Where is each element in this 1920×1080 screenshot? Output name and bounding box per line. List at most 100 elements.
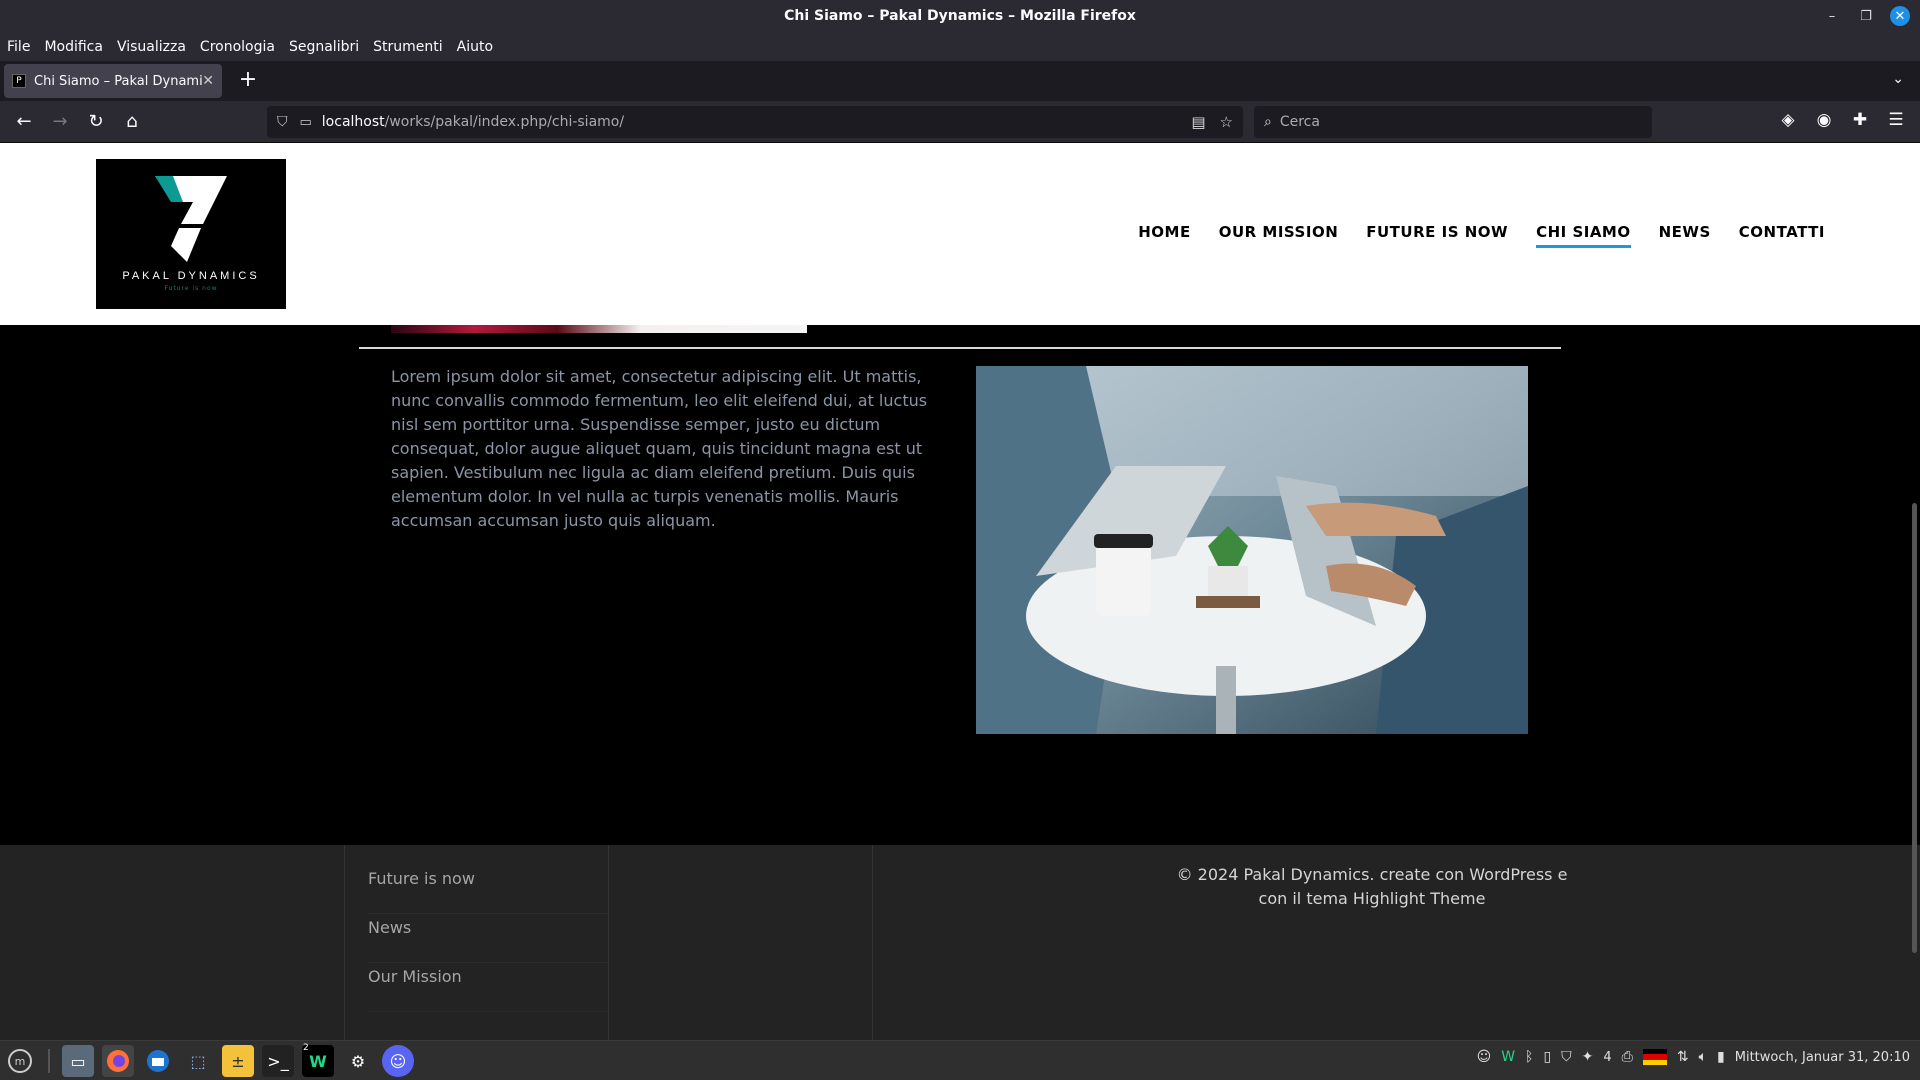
firefox-icon[interactable]	[102, 1045, 134, 1077]
logo-mark-icon	[151, 176, 231, 262]
nav-chi-siamo[interactable]: CHI SIAMO	[1536, 223, 1631, 248]
clipboard-icon[interactable]: ▯	[1543, 1049, 1551, 1065]
window-title: Chi Siamo – Pakal Dynamics – Mozilla Fir…	[784, 8, 1136, 24]
bookmark-star-icon[interactable]: ☆	[1220, 113, 1233, 131]
battery-icon[interactable]: ▮	[1717, 1049, 1725, 1065]
url-actions: ▤ ☆	[1191, 113, 1233, 131]
copyright-line-1: © 2024 Pakal Dynamics. create con WordPr…	[1176, 865, 1568, 884]
taskbar: m ▭ ⬚ ± >_ 2 W ⚙ ☺ ☺ W ᛒ ▯ ⛉ ✦ 4 ⎙ ⇅ 🔈︎ …	[0, 1040, 1920, 1080]
section-divider	[359, 347, 1561, 349]
keyboard-layout-de-icon[interactable]	[1642, 1049, 1667, 1065]
shield-icon[interactable]: ⛉	[1561, 1049, 1572, 1065]
nav-future-is-now[interactable]: FUTURE IS NOW	[1366, 223, 1508, 248]
page-info-icon[interactable]: ▭	[300, 115, 312, 130]
reader-view-icon[interactable]: ▤	[1191, 113, 1205, 131]
tab-strip: P Chi Siamo – Pakal Dynamics ✕ + ⌄	[0, 61, 1920, 101]
minimize-icon[interactable]: –	[1822, 6, 1842, 26]
menu-cronologia[interactable]: Cronologia	[200, 37, 275, 57]
printer-icon[interactable]: ⎙	[1622, 1049, 1633, 1065]
system-tray: ☺ W ᛒ ▯ ⛉ ✦ 4 ⎙ ⇅ 🔈︎ ▮ Mittwoch, Januar …	[1477, 1049, 1910, 1065]
footer-copyright: © 2024 Pakal Dynamics. create con WordPr…	[1172, 863, 1572, 911]
webstorm-icon[interactable]: 2 W	[302, 1043, 334, 1077]
navigation-toolbar: ← → ↻ ⌂ ⛉ ▭ localhost/works/pakal/index.…	[0, 101, 1920, 143]
taskbar-apps: m ▭ ⬚ ± >_ 2 W ⚙ ☺	[4, 1043, 414, 1077]
nav-our-mission[interactable]: OUR MISSION	[1219, 223, 1339, 248]
webstorm-tray-icon[interactable]: W	[1501, 1049, 1515, 1065]
scrollbar-thumb[interactable]	[1912, 503, 1917, 953]
back-button[interactable]: ←	[12, 110, 36, 134]
page-viewport: PAKAL DYNAMICS Future is now HOME OUR MI…	[0, 143, 1920, 1040]
discord-tray-icon[interactable]: ☺	[1477, 1049, 1492, 1065]
search-icon: ⌕	[1264, 114, 1272, 130]
reload-button[interactable]: ↻	[84, 110, 108, 134]
footer-link-news[interactable]: News	[368, 914, 608, 963]
discord-icon[interactable]: ☺	[382, 1045, 414, 1077]
svg-text:m: m	[15, 1055, 26, 1068]
thunderbird-icon[interactable]	[142, 1045, 174, 1077]
footer-column-divider	[872, 845, 873, 1040]
logo-brand-text: PAKAL DYNAMICS	[122, 270, 260, 282]
extensions-icon[interactable]: ✚	[1850, 110, 1870, 130]
menu-strumenti[interactable]: Strumenti	[373, 37, 443, 57]
tab-close-icon[interactable]: ✕	[202, 73, 214, 89]
about-paragraph: Lorem ipsum dolor sit amet, consectetur …	[391, 367, 928, 530]
settings-icon[interactable]: ⚙	[342, 1045, 374, 1077]
menu-visualizza[interactable]: Visualizza	[117, 37, 186, 57]
home-button[interactable]: ⌂	[120, 110, 144, 134]
site-header: PAKAL DYNAMICS Future is now HOME OUR MI…	[0, 143, 1920, 325]
restore-icon[interactable]: ❐	[1856, 6, 1876, 26]
start-menu-icon[interactable]: m	[4, 1045, 36, 1077]
footer-column-divider	[344, 845, 345, 1040]
window-controls: – ❐ ✕	[1822, 6, 1910, 26]
network-icon[interactable]: ⇅	[1677, 1049, 1689, 1065]
webstorm-badge: 2	[303, 1043, 309, 1053]
menu-aiuto[interactable]: Aiuto	[457, 37, 493, 57]
url-path: /works/pakal/index.php/chi-siamo/	[384, 114, 625, 130]
logo-tagline: Future is now	[164, 285, 218, 292]
new-tab-button[interactable]: +	[236, 69, 260, 93]
toolbar-right: ◈ ◉ ✚ ☰	[1778, 110, 1906, 130]
account-icon[interactable]: ◉	[1814, 110, 1834, 130]
notifications-icon[interactable]: ✦	[1582, 1049, 1594, 1065]
file-manager-icon[interactable]: ▭	[62, 1045, 94, 1077]
calculator-icon[interactable]: ±	[222, 1045, 254, 1077]
url-host: localhost	[321, 114, 385, 130]
tray-count: 4	[1603, 1049, 1612, 1065]
tab-title: Chi Siamo – Pakal Dynamics	[34, 73, 203, 89]
footer-link-our-mission[interactable]: Our Mission	[368, 963, 608, 1012]
site-favicon-icon: P	[12, 74, 26, 88]
site-logo[interactable]: PAKAL DYNAMICS Future is now	[96, 159, 286, 309]
menu-segnalibri[interactable]: Segnalibri	[289, 37, 359, 57]
pocket-icon[interactable]: ◈	[1778, 110, 1798, 130]
url-bar[interactable]: ⛉ ▭ localhost/works/pakal/index.php/chi-…	[267, 106, 1243, 138]
menubar: File Modifica Visualizza Cronologia Segn…	[0, 33, 1920, 61]
hamburger-menu-icon[interactable]: ☰	[1886, 110, 1906, 130]
search-placeholder: Cerca	[1279, 114, 1320, 130]
tab-chi-siamo[interactable]: P Chi Siamo – Pakal Dynamics ✕	[4, 64, 222, 98]
forward-button[interactable]: →	[48, 110, 72, 134]
clock[interactable]: Mittwoch, Januar 31, 20:10	[1735, 1050, 1910, 1065]
site-main-nav: HOME OUR MISSION FUTURE IS NOW CHI SIAMO…	[1138, 223, 1825, 248]
search-bar[interactable]: ⌕ Cerca	[1254, 106, 1652, 138]
tracking-protection-icon[interactable]: ⛉	[277, 114, 288, 130]
screenshot-tool-icon[interactable]: ⬚	[182, 1045, 214, 1077]
footer-link-future-is-now[interactable]: Future is now	[368, 865, 608, 914]
footer-menu: Future is now News Our Mission	[368, 865, 608, 1012]
team-meeting-photo	[976, 366, 1528, 734]
bluetooth-icon[interactable]: ᛒ	[1525, 1049, 1533, 1065]
menu-file[interactable]: File	[7, 37, 30, 57]
close-window-icon[interactable]: ✕	[1890, 6, 1910, 26]
window-titlebar: Chi Siamo – Pakal Dynamics – Mozilla Fir…	[0, 0, 1920, 33]
taskbar-separator	[48, 1049, 50, 1073]
list-all-tabs-icon[interactable]: ⌄	[1892, 71, 1904, 87]
terminal-icon[interactable]: >_	[262, 1045, 294, 1077]
nav-news[interactable]: NEWS	[1659, 223, 1711, 248]
nav-home[interactable]: HOME	[1138, 223, 1190, 248]
footer-column-divider	[608, 845, 609, 1040]
volume-icon[interactable]: 🔈︎	[1699, 1049, 1707, 1065]
menu-modifica[interactable]: Modifica	[44, 37, 103, 57]
site-footer: Future is now News Our Mission © 2024 Pa…	[0, 845, 1920, 1040]
nav-contatti[interactable]: CONTATTI	[1739, 223, 1825, 248]
copyright-line-2[interactable]: con il tema Highlight Theme	[1172, 887, 1572, 911]
hero-image-edge	[391, 325, 807, 333]
